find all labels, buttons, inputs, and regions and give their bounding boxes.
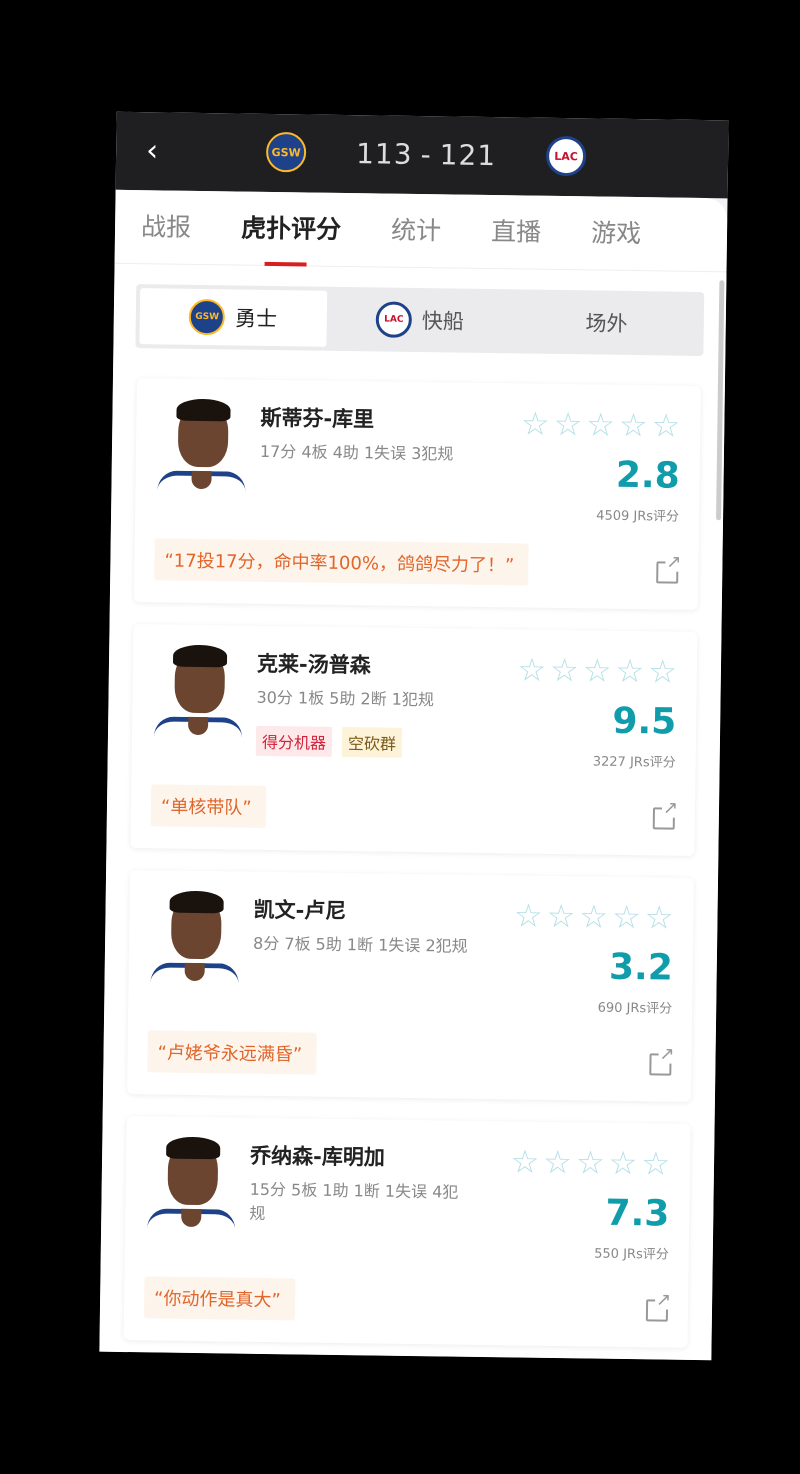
player-rating: 9.5 xyxy=(612,700,677,743)
segment-offcourt[interactable]: 场外 xyxy=(513,293,700,352)
main-content: 战报 虎扑评分 统计 直播 游戏 GSW 勇士 LAC 快船 场外 斯蒂芬-库里… xyxy=(99,189,728,1361)
star-icon[interactable]: ☆ xyxy=(550,651,579,689)
star-icon[interactable]: ☆ xyxy=(619,406,648,444)
score: 113-121 xyxy=(356,137,496,172)
game-header: ‹ GSW 113-121 LAC xyxy=(115,111,729,199)
player-hair xyxy=(169,890,224,914)
player-avatar xyxy=(148,890,242,1010)
star-icon[interactable]: ☆ xyxy=(510,1142,539,1180)
player-avatar xyxy=(155,398,249,518)
top-comment[interactable]: “你动作是真大” xyxy=(143,1276,296,1321)
share-icon[interactable] xyxy=(652,807,676,830)
rating-stars[interactable]: ☆ ☆ ☆ ☆ ☆ xyxy=(517,404,681,444)
player-name: 斯蒂芬-库里 xyxy=(260,405,375,432)
tag-badge[interactable]: 空砍群 xyxy=(341,726,403,758)
segment-label: 快船 xyxy=(421,309,464,334)
segment-label: 勇士 xyxy=(234,306,278,332)
star-icon[interactable]: ☆ xyxy=(586,405,615,443)
top-comment[interactable]: “卢姥爷永远满昏” xyxy=(147,1030,317,1075)
segment-clippers[interactable]: LAC 快船 xyxy=(326,291,513,350)
star-icon[interactable]: ☆ xyxy=(576,1143,605,1181)
star-icon[interactable]: ☆ xyxy=(553,405,582,443)
player-hair xyxy=(172,644,228,668)
clippers-logo-icon: LAC xyxy=(375,301,413,338)
player-stats: 15分 5板 1助 1断 1失误 4犯规 xyxy=(249,1179,459,1223)
player-name: 乔纳森-库明加 xyxy=(249,1143,385,1170)
jersey xyxy=(146,1208,236,1256)
player-avatar xyxy=(152,644,246,764)
warriors-logo-icon: GSW xyxy=(188,298,226,336)
phone-screen: ‹ GSW 113-121 LAC 战报 虎扑评分 统计 直播 游戏 GSW 勇… xyxy=(99,111,729,1361)
player-hair xyxy=(176,398,231,422)
player-rating: 2.8 xyxy=(615,454,680,497)
star-icon[interactable]: ☆ xyxy=(645,898,674,936)
player-rating-list: 斯蒂芬-库里 17分 4板 4助 1失误 3犯规 ☆ ☆ ☆ ☆ ☆ 2.8 4… xyxy=(100,378,725,1348)
star-icon[interactable]: ☆ xyxy=(608,1144,637,1182)
player-avatar xyxy=(145,1136,239,1256)
score-separator: - xyxy=(420,137,432,171)
jersey xyxy=(153,716,243,764)
rating-count: 550 JRs评分 xyxy=(594,1246,669,1263)
rating-count: 3227 JRs评分 xyxy=(592,754,676,771)
player-stats: 17分 4板 4助 1失误 3犯规 xyxy=(259,441,454,464)
player-tags: 得分机器 空砍群 xyxy=(255,725,412,758)
player-name: 凯文-卢尼 xyxy=(253,897,347,924)
tag-badge[interactable]: 得分机器 xyxy=(255,725,333,757)
player-card[interactable]: 凯文-卢尼 8分 7板 5助 1断 1失误 2犯规 ☆ ☆ ☆ ☆ ☆ 3.2 … xyxy=(126,870,695,1102)
star-icon[interactable]: ☆ xyxy=(615,652,644,690)
share-icon[interactable] xyxy=(645,1299,669,1322)
rating-stars[interactable]: ☆ ☆ ☆ ☆ ☆ xyxy=(513,650,677,690)
segment-label: 场外 xyxy=(585,311,628,336)
scoreboard: GSW 113-121 LAC xyxy=(265,131,587,177)
rating-stars[interactable]: ☆ ☆ ☆ ☆ ☆ xyxy=(506,1142,670,1182)
star-icon[interactable]: ☆ xyxy=(651,406,680,444)
rating-count: 690 JRs评分 xyxy=(597,1000,673,1017)
back-icon[interactable]: ‹ xyxy=(146,133,170,168)
tab-bar: 战报 虎扑评分 统计 直播 游戏 xyxy=(114,189,728,273)
star-icon[interactable]: ☆ xyxy=(612,898,641,936)
rating-stars[interactable]: ☆ ☆ ☆ ☆ ☆ xyxy=(510,896,674,936)
star-icon[interactable]: ☆ xyxy=(648,652,677,690)
player-stats: 30分 1板 5助 2断 1犯规 xyxy=(256,687,435,710)
star-icon[interactable]: ☆ xyxy=(517,650,546,688)
player-name: 克莱-汤普森 xyxy=(256,651,371,678)
player-card[interactable]: 乔纳森-库明加 15分 5板 1助 1断 1失误 4犯规 ☆ ☆ ☆ ☆ ☆ 7… xyxy=(123,1116,691,1348)
star-icon[interactable]: ☆ xyxy=(543,1143,572,1181)
team-segment-control: GSW 勇士 LAC 快船 场外 xyxy=(135,284,705,357)
tab-live[interactable]: 直播 xyxy=(491,195,542,270)
top-comment[interactable]: “单核带队” xyxy=(150,784,266,828)
star-icon[interactable]: ☆ xyxy=(583,651,612,689)
star-icon[interactable]: ☆ xyxy=(579,897,608,935)
player-rating: 3.2 xyxy=(608,946,674,989)
player-stats: 8分 7板 5助 1断 1失误 2犯规 xyxy=(252,933,468,956)
tab-hupu-rating[interactable]: 虎扑评分 xyxy=(241,191,342,266)
star-icon[interactable]: ☆ xyxy=(514,896,543,934)
jersey xyxy=(150,962,239,1010)
top-comment[interactable]: “17投17分，命中率100%，鸽鸽尽力了！” xyxy=(154,538,529,586)
share-icon[interactable] xyxy=(656,561,679,584)
star-icon[interactable]: ☆ xyxy=(641,1144,670,1182)
share-icon[interactable] xyxy=(649,1053,672,1076)
player-hair xyxy=(166,1136,221,1160)
tab-games[interactable]: 游戏 xyxy=(591,196,642,271)
star-icon[interactable]: ☆ xyxy=(546,897,575,935)
player-card[interactable]: 克莱-汤普森 30分 1板 5助 2断 1犯规 得分机器 空砍群 ☆ ☆ ☆ ☆… xyxy=(130,624,698,856)
warriors-logo-icon[interactable]: GSW xyxy=(265,131,307,173)
rating-count: 4509 JRs评分 xyxy=(596,508,680,525)
home-score: 113 xyxy=(355,136,413,171)
segment-warriors[interactable]: GSW 勇士 xyxy=(139,288,327,347)
player-rating: 7.3 xyxy=(605,1192,670,1235)
tab-report[interactable]: 战报 xyxy=(141,190,192,265)
player-card[interactable]: 斯蒂芬-库里 17分 4板 4助 1失误 3犯规 ☆ ☆ ☆ ☆ ☆ 2.8 4… xyxy=(133,378,701,610)
jersey xyxy=(156,470,246,518)
star-icon[interactable]: ☆ xyxy=(521,404,550,442)
away-score: 121 xyxy=(439,137,497,172)
clippers-logo-icon[interactable]: LAC xyxy=(545,135,587,177)
tab-stats[interactable]: 统计 xyxy=(391,193,442,268)
